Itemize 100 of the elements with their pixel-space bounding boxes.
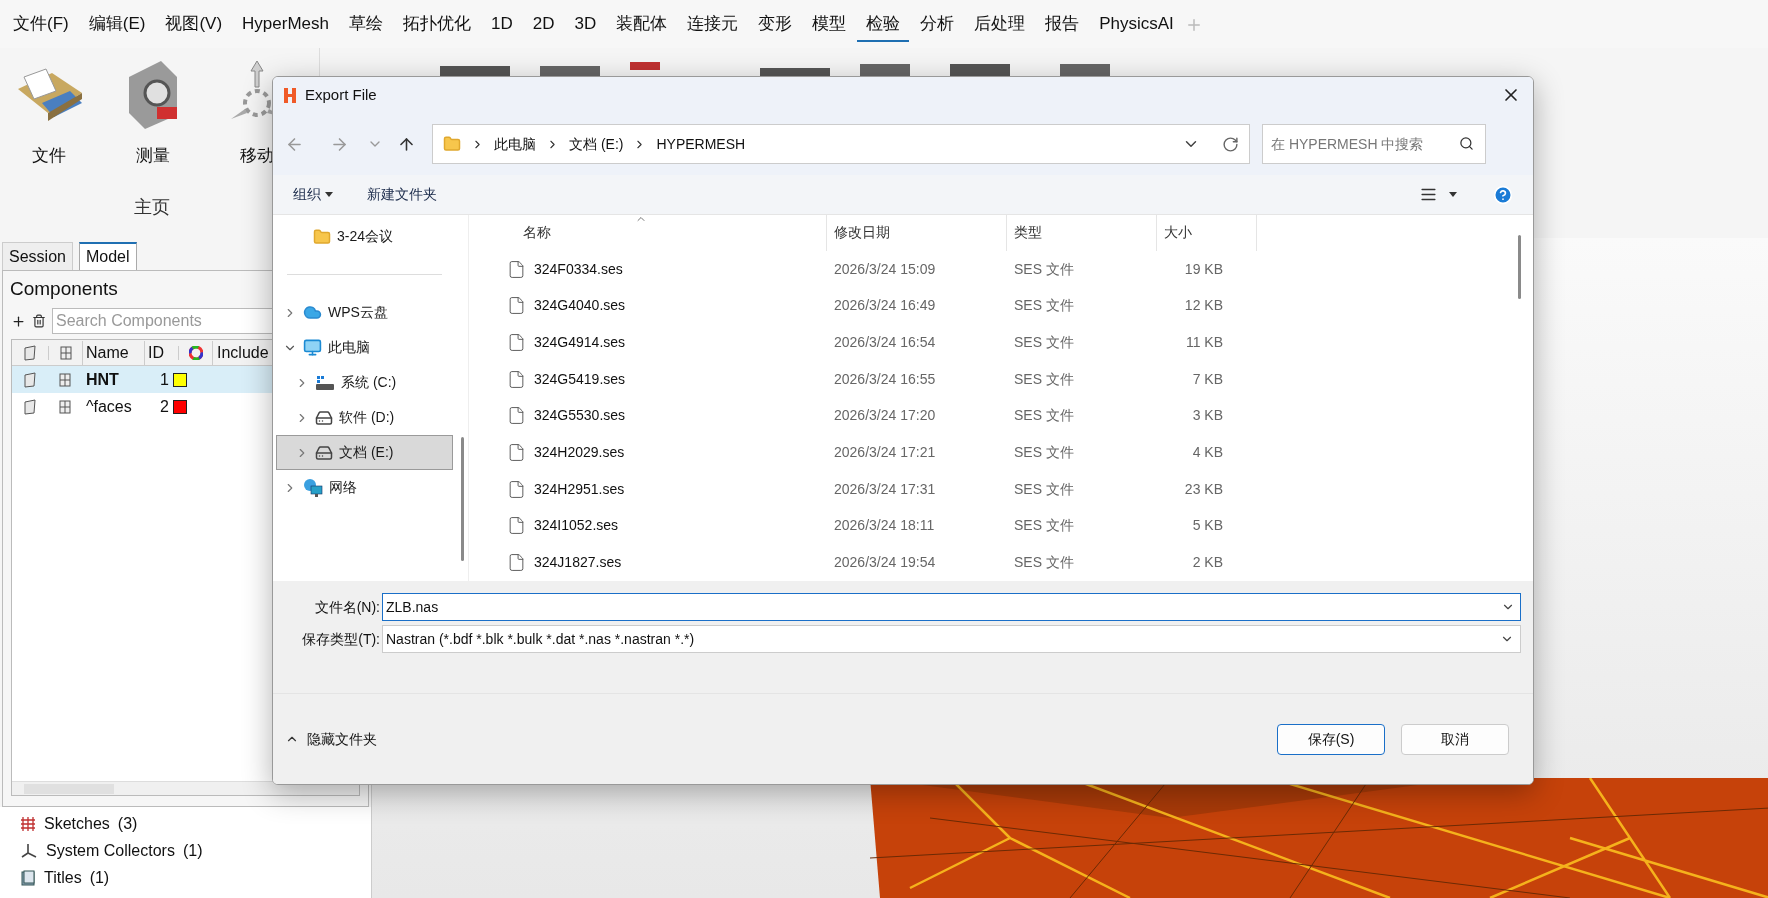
file-icon (507, 516, 526, 536)
file-row[interactable]: 324G5530.ses 2026/3/24 17:20 SES 文件 3 KB (483, 397, 1533, 435)
refresh-icon[interactable] (1222, 135, 1239, 153)
organize-menu[interactable]: 组织 (293, 184, 333, 205)
file-date: 2026/3/24 17:20 (833, 406, 937, 426)
file-row[interactable]: 324H2951.ses 2026/3/24 17:31 SES 文件 23 KB (483, 470, 1533, 508)
file-type: SES 文件 (1013, 296, 1075, 316)
ribbon-tool[interactable]: 测量 (110, 56, 196, 168)
nav-item[interactable]: 软件 (D:) (276, 400, 453, 435)
help-icon[interactable] (1493, 184, 1513, 205)
file-name: 324J1827.ses (534, 553, 622, 573)
color-swatch[interactable] (173, 399, 187, 414)
search-field[interactable]: 在 HYPERMESH 中搜索 (1262, 124, 1486, 164)
field-label: 保存类型(T): (301, 629, 380, 649)
drive-icon (315, 408, 333, 427)
file-name: 324H2951.ses (534, 479, 625, 499)
caret-icon[interactable] (1449, 192, 1457, 197)
tree-item[interactable]: Sketches (3) (20, 813, 371, 834)
new-folder-button[interactable]: 新建文件夹 (367, 184, 437, 205)
column-header[interactable]: 名称 (483, 215, 827, 251)
menu-item[interactable]: 2D (523, 8, 564, 42)
file-name: 324G4040.ses (534, 296, 626, 316)
nav-item[interactable]: 3-24会议 (276, 219, 453, 254)
breadcrumb-item[interactable]: HYPERMESH (656, 133, 746, 155)
menu-item[interactable]: HyperMesh (233, 8, 338, 42)
file-type: SES 文件 (1013, 443, 1075, 463)
system-drive-icon (315, 373, 335, 392)
nav-item[interactable]: 网络 (276, 470, 453, 505)
menu-item[interactable]: 模型 (803, 8, 856, 42)
file-row[interactable]: 324J1827.ses 2026/3/24 19:54 SES 文件 2 KB (483, 544, 1533, 582)
grid-icon (20, 815, 36, 832)
file-icon (507, 296, 526, 316)
color-wheel-icon (188, 345, 203, 360)
menu-item[interactable]: 报告 (1036, 8, 1089, 42)
file-icon (507, 553, 526, 573)
column-header[interactable]: 修改日期 (827, 215, 1007, 251)
save-button[interactable]: 保存(S) (1277, 723, 1385, 755)
menu-item[interactable]: 编辑(E) (79, 8, 155, 42)
column-header[interactable]: Name (82, 340, 144, 365)
breadcrumb-item[interactable]: 文档 (E:) (569, 133, 624, 155)
file-date: 2026/3/24 16:54 (833, 332, 937, 352)
file-row[interactable]: 324I1052.ses 2026/3/24 18:11 SES 文件 5 KB (483, 507, 1533, 545)
file-name: 324H2029.ses (534, 443, 625, 463)
menu-item[interactable]: 3D (565, 8, 606, 42)
delete-icon[interactable] (32, 314, 46, 328)
file-size: 7 KB (1191, 369, 1224, 389)
cloud-icon (303, 303, 322, 322)
hide-folders-toggle[interactable]: 隐藏文件夹 (285, 728, 377, 750)
file-row[interactable]: 324F0334.ses 2026/3/24 15:09 SES 文件 19 KB (483, 250, 1533, 288)
menu-item[interactable]: 草绘 (340, 8, 392, 42)
file-row[interactable]: 324H2029.ses 2026/3/24 17:21 SES 文件 4 KB (483, 434, 1533, 471)
menu-item[interactable]: 装配体 (607, 8, 677, 42)
menu-item[interactable]: PhysicsAI (1090, 8, 1183, 42)
panel-title: Components (10, 276, 118, 301)
tree-item[interactable]: System Collectors (1) (20, 840, 371, 861)
file-row[interactable]: 324G5419.ses 2026/3/24 16:55 SES 文件 7 KB (483, 360, 1533, 398)
shading-icon (23, 398, 37, 415)
column-header[interactable]: Include (212, 340, 269, 365)
tree-item[interactable]: Titles (1) (20, 867, 371, 888)
file-row[interactable]: 324G4914.ses 2026/3/24 16:54 SES 文件 11 KB (483, 324, 1533, 361)
column-header[interactable]: 类型 (1007, 215, 1157, 251)
column-header[interactable]: ID (144, 340, 178, 365)
file-name: 324F0334.ses (534, 259, 623, 279)
breadcrumb-item[interactable]: 此电脑 (494, 133, 536, 155)
ribbon-tool[interactable]: 文件 (6, 62, 92, 168)
file-type: SES 文件 (1013, 369, 1075, 389)
menu-item[interactable]: 检验 (857, 8, 910, 42)
browser-tab[interactable]: Model (78, 242, 137, 270)
menu-item[interactable]: 后处理 (965, 8, 1035, 42)
view-options-icon[interactable] (1420, 186, 1437, 203)
file-icon (507, 406, 526, 426)
file-name: 324I1052.ses (534, 516, 619, 536)
file-type: SES 文件 (1013, 516, 1075, 536)
mesh-icon (59, 399, 71, 414)
menu-item[interactable]: 文件(F) (4, 8, 78, 42)
horizontal-scrollbar[interactable] (12, 781, 359, 795)
menu-item[interactable]: 视图(V) (156, 8, 232, 42)
file-row[interactable]: 324G4040.ses 2026/3/24 16:49 SES 文件 12 KB (483, 287, 1533, 325)
axes-icon (20, 842, 38, 859)
add-icon[interactable] (11, 313, 26, 329)
vertical-scrollbar[interactable] (1518, 235, 1521, 299)
filename-field[interactable]: ZLB.nas (382, 593, 1521, 621)
filetype-dropdown[interactable]: Nastran (*.bdf *.blk *.bulk *.dat *.nas *.nastran *.*) (382, 625, 1521, 653)
nav-item[interactable]: 文档 (E:) (276, 435, 453, 470)
mesh-icon (59, 372, 71, 387)
column-header[interactable]: 大小 (1157, 215, 1257, 251)
address-bar[interactable]: 此电脑 文档 (E:) HYPERMESH (432, 124, 1250, 164)
browser-tab[interactable]: Session (2, 242, 73, 270)
dialog-title: Export File (305, 84, 377, 105)
menu-item[interactable]: 连接元 (678, 8, 748, 42)
file-size: 23 KB (1183, 479, 1224, 499)
menu-item[interactable]: 1D (482, 8, 522, 42)
menu-item[interactable]: 变形 (749, 8, 802, 42)
file-size: 2 KB (1191, 553, 1224, 573)
color-swatch[interactable] (173, 372, 187, 387)
file-icon (507, 479, 526, 499)
menu-item[interactable]: 分析 (911, 8, 964, 42)
file-size: 4 KB (1191, 443, 1224, 463)
cancel-button[interactable]: 取消 (1401, 723, 1509, 755)
menu-item[interactable]: 拓扑优化 (394, 8, 480, 42)
